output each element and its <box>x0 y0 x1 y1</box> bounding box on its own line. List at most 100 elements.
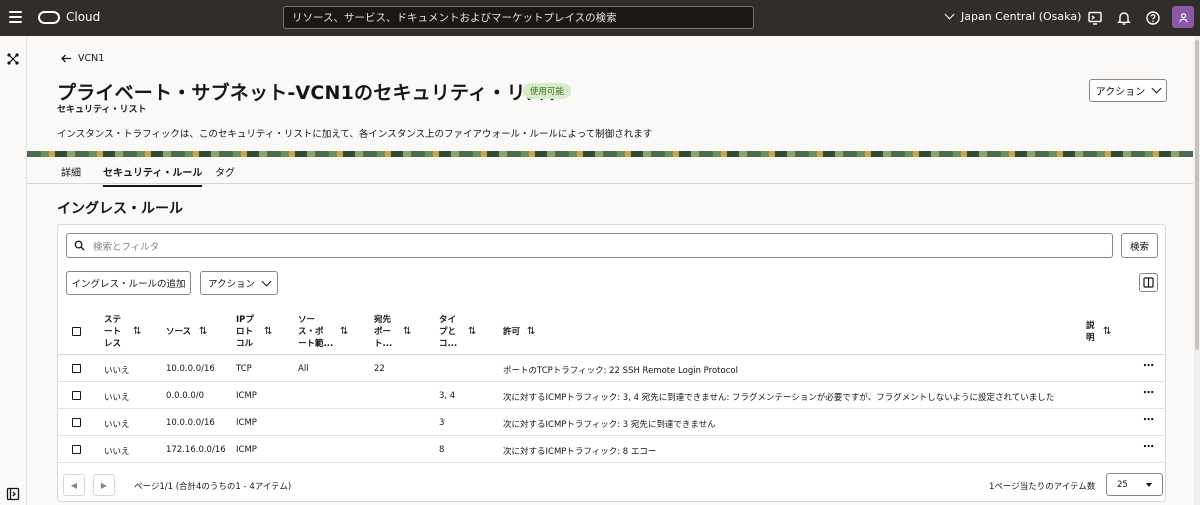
table-row: いいえ 172.16.0.0/16 ICMP 8 次に対するICMPトラフィック… <box>58 436 1165 463</box>
col-stateless-line: レス <box>104 339 122 349</box>
table-row: いいえ 0.0.0.0/0 ICMP 3, 4 次に対するICMPトラフィック:… <box>58 382 1165 409</box>
row-actions-icon[interactable]: ⋯ <box>1143 359 1154 372</box>
chevron-left-icon: ◀ <box>70 480 78 490</box>
bell-icon[interactable] <box>1116 10 1132 26</box>
tab-tags[interactable]: タグ <box>215 164 235 179</box>
menu-icon[interactable] <box>9 11 22 23</box>
col-type-code-line: コ... <box>439 339 458 349</box>
col-source-port-line: ソー <box>298 315 316 325</box>
sort-icon[interactable]: ⇅ <box>264 326 272 337</box>
ingress-rules-card: 検索とフィルタ 検索 イングレス・ルールの追加 アクション ステ ート レス ⇅… <box>57 224 1166 502</box>
col-ip-protocol-line: IPプ <box>236 315 254 325</box>
sort-icon[interactable]: ⇅ <box>403 326 411 337</box>
col-description-line: 説 <box>1086 321 1095 331</box>
cell-source: 10.0.0.0/16 <box>166 418 215 428</box>
next-page-button[interactable]: ▶ <box>93 474 115 496</box>
col-ip-protocol[interactable]: IPプ ロト コル <box>236 314 254 350</box>
expand-panel-icon[interactable] <box>6 487 20 501</box>
col-description-line: 明 <box>1086 333 1095 343</box>
page-scrollbar-thumb[interactable] <box>1195 40 1199 350</box>
search-icon <box>74 240 85 251</box>
col-source-port-line: ス・ポ <box>298 327 324 337</box>
sort-icon[interactable]: ⇅ <box>133 326 141 337</box>
help-icon[interactable] <box>1145 10 1161 26</box>
back-link[interactable]: VCN1 <box>61 53 104 64</box>
col-dest-port[interactable]: 宛先 ポー ト... <box>374 314 392 350</box>
tab-details[interactable]: 詳細 <box>61 164 81 179</box>
per-page-value: 25 <box>1117 479 1128 490</box>
row-checkbox[interactable] <box>72 391 81 400</box>
row-checkbox[interactable] <box>72 445 81 454</box>
table-actions-button[interactable]: アクション <box>200 271 278 295</box>
col-ip-protocol-line: ロト <box>236 327 254 337</box>
select-all-checkbox[interactable] <box>72 327 81 336</box>
table-row: いいえ 10.0.0.0/16 TCP All 22 ポートのTCPトラフィック… <box>58 355 1165 382</box>
col-description[interactable]: 説 明 <box>1086 320 1095 344</box>
cell-protocol: ICMP <box>236 418 257 428</box>
cell-dest-port: 22 <box>374 364 385 374</box>
col-source[interactable]: ソース <box>166 326 191 338</box>
search-filter-placeholder: 検索とフィルタ <box>93 241 160 253</box>
cell-type-code: 8 <box>439 445 445 455</box>
col-stateless-line: ート <box>104 327 122 337</box>
row-checkbox[interactable] <box>72 364 81 373</box>
columns-icon <box>1143 277 1154 288</box>
pagination-bar: ◀ ▶ ページ1/1 (合計4のうちの1 - 4アイテム) 1ページ当たりのアイ… <box>58 471 1165 501</box>
prev-page-button[interactable]: ◀ <box>63 474 85 496</box>
cell-protocol: ICMP <box>236 445 257 455</box>
table-row: いいえ 10.0.0.0/16 ICMP 3 次に対するICMPトラフィック: … <box>58 409 1165 436</box>
region-label: Japan Central (Osaka) <box>961 10 1082 23</box>
chevron-down-icon <box>944 9 955 20</box>
cell-allows: 次に対するICMPトラフィック: 8 エコー <box>503 447 657 457</box>
status-badge: 使用可能 <box>523 83 572 99</box>
brand[interactable]: Cloud <box>38 10 100 24</box>
top-bar: Cloud リソース、サービス、ドキュメントおよびマーケットプレイスの検索 Ja… <box>0 0 1200 36</box>
col-allows[interactable]: 許可 <box>503 326 520 338</box>
row-actions-icon[interactable]: ⋯ <box>1143 440 1154 453</box>
search-button[interactable]: 検索 <box>1121 233 1158 258</box>
search-filter-input[interactable]: 検索とフィルタ <box>66 233 1113 258</box>
row-checkbox[interactable] <box>72 418 81 427</box>
pagination-info: ページ1/1 (合計4のうちの1 - 4アイテム) <box>134 482 292 492</box>
back-link-label: VCN1 <box>78 53 105 64</box>
cell-allows: 次に対するICMPトラフィック: 3 宛先に到達できません <box>503 420 716 430</box>
cell-allows: ポートのTCPトラフィック: 22 SSH Remote Login Proto… <box>503 366 738 376</box>
cell-stateless: いいえ <box>104 420 130 430</box>
cell-type-code: 3 <box>439 418 445 428</box>
cloud-shell-icon[interactable] <box>1087 10 1103 26</box>
cell-stateless: いいえ <box>104 447 130 457</box>
col-type-code-line: プと <box>439 327 457 337</box>
network-icon[interactable] <box>6 52 20 66</box>
col-stateless[interactable]: ステ ート レス <box>104 314 121 350</box>
user-avatar[interactable] <box>1172 6 1194 28</box>
brand-label: Cloud <box>66 10 101 24</box>
actions-menu-button[interactable]: アクション <box>1089 79 1167 102</box>
left-rail <box>0 36 27 505</box>
global-search-input[interactable]: リソース、サービス、ドキュメントおよびマーケットプレイスの検索 <box>283 6 754 29</box>
table-header: ステ ート レス ⇅ ソース ⇅ IPプ ロト コル ⇅ ソー ス・ポ ート範.… <box>58 309 1165 355</box>
col-type-code[interactable]: タイ プと コ... <box>439 314 457 350</box>
caret-down-icon <box>1146 482 1152 487</box>
tab-security-rules[interactable]: セキュリティ・ルール <box>103 164 203 187</box>
per-page-select[interactable]: 25 <box>1106 473 1163 496</box>
section-title: イングレス・ルール <box>57 201 183 217</box>
sort-icon[interactable]: ⇅ <box>199 326 207 337</box>
tab-bar: 詳細 セキュリティ・ルール タグ <box>27 157 1193 187</box>
cell-stateless: いいえ <box>104 366 130 376</box>
chevron-down-icon <box>1151 83 1162 94</box>
per-page-label: 1ページ当たりのアイテム数 <box>989 482 1096 492</box>
cell-source: 172.16.0.0/16 <box>166 445 226 455</box>
col-source-port[interactable]: ソー ス・ポ ート範... <box>298 314 333 350</box>
sort-icon[interactable]: ⇅ <box>1103 326 1111 337</box>
row-actions-icon[interactable]: ⋯ <box>1143 386 1154 399</box>
sort-icon[interactable]: ⇅ <box>340 326 348 337</box>
sort-icon[interactable]: ⇅ <box>527 326 535 337</box>
sort-icon[interactable]: ⇅ <box>468 326 476 337</box>
row-actions-icon[interactable]: ⋯ <box>1143 413 1154 426</box>
add-ingress-rule-button[interactable]: イングレス・ルールの追加 <box>66 271 191 295</box>
region-selector[interactable]: Japan Central (Osaka) <box>944 9 1082 23</box>
user-icon <box>1178 12 1188 22</box>
chevron-down-icon <box>261 276 272 286</box>
cell-source-port: All <box>298 364 309 374</box>
column-settings-button[interactable] <box>1139 273 1158 292</box>
